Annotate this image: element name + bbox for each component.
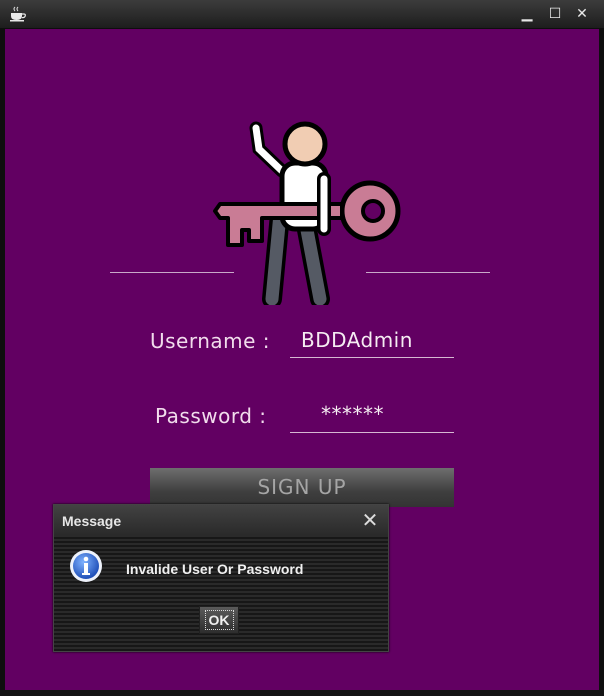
login-key-person-icon: [213, 121, 401, 305]
coffee-cup-icon: [10, 6, 26, 22]
window-bottom-border: [0, 690, 604, 696]
ok-button[interactable]: OK: [199, 606, 239, 634]
ok-button-label: OK: [204, 610, 234, 630]
decor-line-left: [110, 272, 234, 273]
maximize-button[interactable]: ☐: [545, 4, 565, 24]
dialog-title: Message: [62, 513, 122, 529]
password-underline: [290, 432, 454, 433]
message-dialog: Message ✕ Invalide User Or Password OK: [53, 504, 389, 652]
password-input[interactable]: ******: [321, 402, 384, 426]
dialog-message: Invalide User Or Password: [126, 561, 304, 577]
minimize-button[interactable]: ▁: [517, 4, 537, 24]
info-icon: [70, 550, 102, 582]
decor-line-right: [366, 272, 490, 273]
username-label: Username :: [150, 329, 271, 353]
sign-up-button[interactable]: SIGN UP: [150, 468, 454, 507]
username-underline: [290, 357, 454, 358]
title-bar[interactable]: ▁ ☐ ✕: [0, 0, 604, 28]
password-label: Password :: [155, 404, 267, 428]
username-input[interactable]: BDDAdmin: [301, 328, 413, 352]
close-window-button[interactable]: ✕: [572, 4, 592, 24]
dialog-title-bar[interactable]: Message ✕: [54, 505, 388, 535]
dialog-body: Invalide User Or Password OK: [54, 535, 388, 651]
app-window: ▁ ☐ ✕ Username : BDDAdmin Password: ***…: [0, 0, 604, 696]
dialog-close-button[interactable]: ✕: [358, 508, 382, 532]
